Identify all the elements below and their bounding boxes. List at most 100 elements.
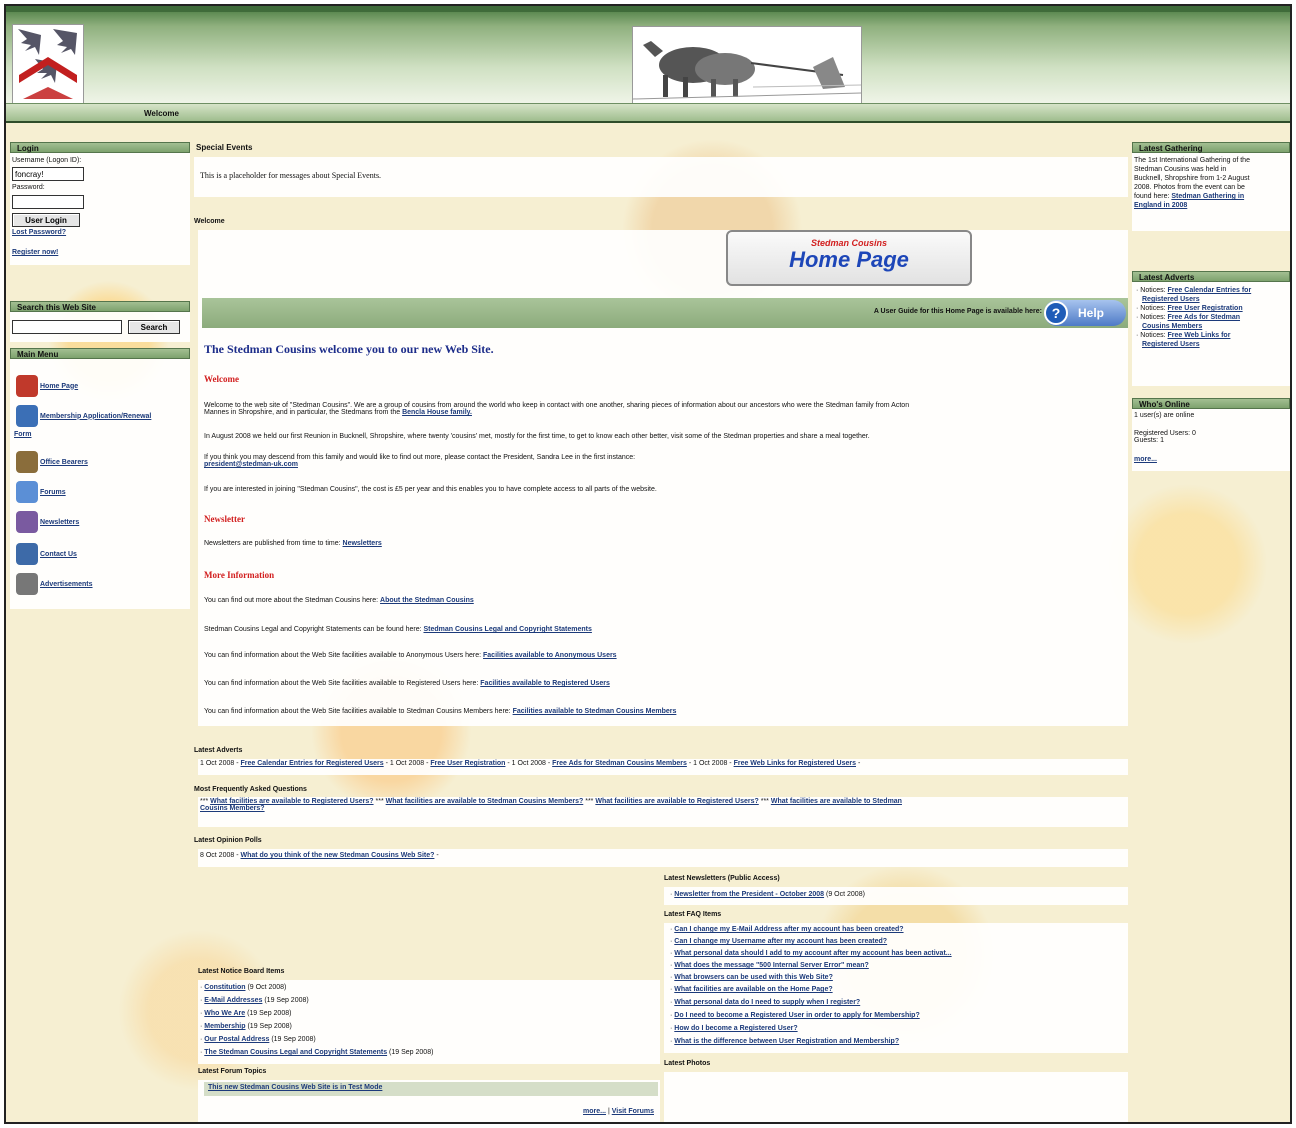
username-input[interactable] — [12, 167, 84, 181]
menu-item-office-bearers[interactable]: Office Bearers — [16, 451, 88, 473]
faq-most-2[interactable]: What facilities are available to Stedman… — [386, 798, 584, 805]
faq-link-10[interactable]: What is the difference between User Regi… — [674, 1038, 899, 1045]
registered-facilities-link[interactable]: Facilities available to Registered Users — [480, 680, 610, 687]
menu-item-contact[interactable]: Contact Us — [16, 543, 77, 565]
register-link[interactable]: Register now! — [12, 249, 58, 256]
password-label: Password: — [12, 184, 45, 191]
adverts-right-list: · Notices: Free Calendar Entries for Reg… — [1136, 286, 1286, 349]
advert-right-link-4a[interactable]: Free Web Links for — [1168, 332, 1231, 339]
photos-header: Latest Photos — [664, 1060, 711, 1067]
advert-right-link-4b[interactable]: Registered Users — [1136, 340, 1286, 349]
forum-icon — [16, 481, 38, 503]
menu-item-forums[interactable]: Forums — [16, 481, 66, 503]
p9: You can find information about the Web S… — [204, 680, 479, 687]
whos-online-more-link[interactable]: more... — [1134, 456, 1288, 463]
advert-right-link-1b[interactable]: Registered Users — [1136, 295, 1286, 304]
forum-topics-header: Latest Forum Topics — [198, 1068, 267, 1075]
notice-link-2[interactable]: E-Mail Addresses — [204, 997, 262, 1004]
advert-right-1: · Notices: Free Calendar Entries for — [1136, 287, 1252, 294]
faq-item-4: · What does the message "500 Internal Se… — [670, 962, 869, 969]
user-login-button[interactable]: User Login — [12, 213, 80, 227]
help-button[interactable]: ? Help — [1044, 300, 1126, 326]
faq-link-2[interactable]: Can I change my Username after my accoun… — [674, 938, 887, 945]
gathering-link-1[interactable]: Stedman Gathering in — [1171, 193, 1244, 200]
nav-welcome[interactable]: Welcome — [144, 109, 179, 118]
password-input[interactable] — [12, 195, 84, 209]
faq-sep-2: *** — [375, 798, 384, 805]
advert-right-link-1a[interactable]: Free Calendar Entries for — [1168, 287, 1252, 294]
notice-item-1: · Constitution (9 Oct 2008) — [200, 984, 287, 991]
menu-item-membership[interactable]: Membership Application/Renewal — [16, 405, 151, 427]
menu-item-advertisements[interactable]: Advertisements — [16, 573, 93, 595]
advert-link-1[interactable]: Free Calendar Entries for Registered Use… — [240, 760, 383, 767]
search-input[interactable] — [12, 320, 122, 334]
most-faq-header: Most Frequently Asked Questions — [194, 786, 307, 793]
forum-more-link[interactable]: more... — [583, 1108, 606, 1115]
people-icon — [16, 451, 38, 473]
notice-link-4[interactable]: Membership — [204, 1023, 245, 1030]
advert-link-3[interactable]: Free Ads for Stedman Cousins Members — [552, 760, 687, 767]
menu-item-form[interactable]: Form — [14, 431, 32, 438]
advert-link-4[interactable]: Free Web Links for Registered Users — [734, 760, 856, 767]
faq-most-1[interactable]: What facilities are available to Registe… — [210, 798, 373, 805]
notice-link-1[interactable]: Constitution — [204, 984, 245, 991]
notice-date-4: (19 Sep 2008) — [247, 1023, 292, 1030]
menu-item-newsletters[interactable]: Newsletters — [16, 511, 79, 533]
faq-link-7[interactable]: What personal data do I need to supply w… — [674, 999, 860, 1006]
p7: Stedman Cousins Legal and Copyright Stat… — [204, 626, 422, 633]
p1b: Mannes in Shropshire, and in particular,… — [204, 409, 401, 416]
faq-most-3[interactable]: What facilities are available to Registe… — [595, 798, 758, 805]
advert-right-link-3a[interactable]: Free Ads for Stedman — [1168, 314, 1240, 321]
menu-item-home[interactable]: Home Page — [16, 375, 78, 397]
gathering-link-2[interactable]: England in 2008 — [1134, 201, 1288, 210]
left-column: Login Username (Logon ID): Password: Use… — [10, 142, 190, 609]
notice-date-5: (19 Sep 2008) — [271, 1036, 316, 1043]
notice-date-1: (9 Oct 2008) — [247, 984, 287, 991]
poll-link[interactable]: What do you think of the new Stedman Cou… — [240, 852, 434, 859]
newsletters-public-header: Latest Newsletters (Public Access) — [664, 875, 780, 882]
faq-link-5[interactable]: What browsers can be used with this Web … — [674, 974, 833, 981]
forum-topic-row[interactable]: This new Stedman Cousins Web Site is in … — [204, 1082, 658, 1096]
forum-topic-link[interactable]: This new Stedman Cousins Web Site is in … — [208, 1084, 382, 1091]
about-link[interactable]: About the Stedman Cousins — [380, 597, 474, 604]
visit-forums-link[interactable]: Visit Forums — [612, 1108, 654, 1115]
members-facilities-link[interactable]: Facilities available to Stedman Cousins … — [513, 708, 677, 715]
anonymous-facilities-link[interactable]: Facilities available to Anonymous Users — [483, 652, 617, 659]
faq-most-4b[interactable]: Cousins Members? — [200, 805, 1126, 812]
faq-link-8[interactable]: Do I need to become a Registered User in… — [674, 1012, 919, 1019]
newsletter-president-link[interactable]: Newsletter from the President - October … — [674, 891, 824, 898]
more-info-subhead: More Information — [204, 570, 275, 580]
notice-date-6: (19 Sep 2008) — [389, 1049, 434, 1056]
welcome-paragraph-3: If you think you may descend from this f… — [204, 454, 1124, 468]
legal-link[interactable]: Stedman Cousins Legal and Copyright Stat… — [423, 626, 591, 633]
advert-right-2: · Notices: Free User Registration — [1136, 305, 1243, 312]
faq-item-1: · Can I change my E-Mail Address after m… — [670, 926, 904, 933]
faq-link-4[interactable]: What does the message "500 Internal Serv… — [674, 962, 869, 969]
faq-latest-header: Latest FAQ Items — [664, 911, 722, 918]
faq-most-4a[interactable]: What facilities are available to Stedman — [771, 798, 902, 805]
adverts-right-header: Latest Adverts — [1132, 271, 1290, 282]
notice-link-5[interactable]: Our Postal Address — [204, 1036, 269, 1043]
forum-topics-panel: This new Stedman Cousins Web Site is in … — [198, 1080, 660, 1122]
notice-link-6[interactable]: The Stedman Cousins Legal and Copyright … — [204, 1049, 387, 1056]
bencla-house-link[interactable]: Bencla House family. — [402, 409, 472, 416]
faq-item-7: · What personal data do I need to supply… — [670, 999, 861, 1006]
search-button[interactable]: Search — [128, 320, 180, 334]
faq-link-1[interactable]: Can I change my E-Mail Address after my … — [674, 926, 903, 933]
advert-right-link-3b[interactable]: Cousins Members — [1136, 322, 1286, 331]
president-email-link[interactable]: president@stedman-uk.com — [204, 461, 1124, 468]
polls-header: Latest Opinion Polls — [194, 837, 262, 844]
newsletters-link[interactable]: Newsletters — [343, 540, 382, 547]
p10: You can find information about the Web S… — [204, 708, 511, 715]
gathering-panel: The 1st International Gathering of the S… — [1132, 153, 1290, 231]
notice-link-3[interactable]: Who We Are — [204, 1010, 245, 1017]
faq-link-6[interactable]: What facilities are available on the Hom… — [674, 986, 832, 993]
faq-item-5: · What browsers can be used with this We… — [670, 974, 833, 981]
faq-link-9[interactable]: How do I become a Registered User? — [674, 1025, 797, 1032]
advert-link-2[interactable]: Free User Registration — [430, 760, 505, 767]
site-logo[interactable] — [12, 24, 84, 104]
lost-password-link[interactable]: Lost Password? — [12, 229, 66, 236]
faq-link-3[interactable]: What personal data should I add to my ac… — [674, 950, 951, 957]
advert-right-link-2[interactable]: Free User Registration — [1168, 305, 1243, 312]
